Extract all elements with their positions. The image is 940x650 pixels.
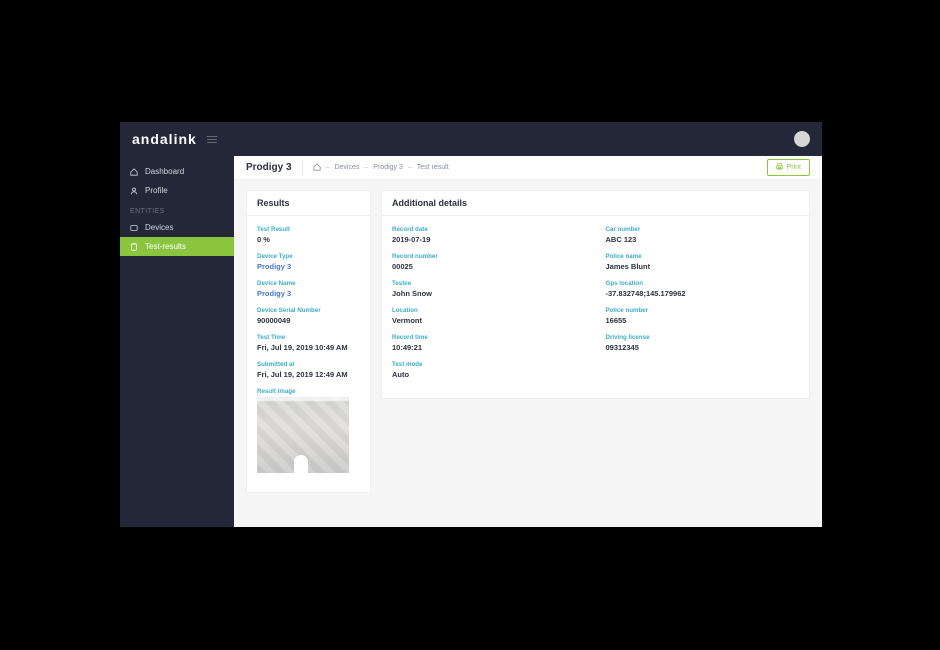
sidebar-item-dashboard[interactable]: Dashboard <box>120 162 234 181</box>
breadcrumb-devices[interactable]: Devices <box>334 164 359 171</box>
details-col-right: Car number ABC 123 Police name James Blu… <box>606 226 800 388</box>
field-value: -37.832748;145.179962 <box>606 289 800 298</box>
brand: andalink <box>132 131 217 147</box>
brand-logo: andalink <box>132 131 197 147</box>
result-image[interactable] <box>257 397 349 473</box>
field-label: Device Name <box>257 280 360 287</box>
body: Dashboard Profile ENTITIES Devices Test-… <box>120 156 822 527</box>
print-button-label: Print <box>787 164 801 171</box>
print-button[interactable]: Print <box>767 159 810 176</box>
field-record-number: Record number 00025 <box>392 253 586 271</box>
field-value[interactable]: Prodigy 3 <box>257 262 360 271</box>
field-test-time: Test Time Fri, Jul 19, 2019 10:49 AM <box>257 334 360 352</box>
field-label: Record date <box>392 226 586 233</box>
hamburger-icon[interactable] <box>207 136 217 143</box>
field-value: James Blunt <box>606 262 800 271</box>
field-license: Driving license 09312345 <box>606 334 800 352</box>
field-label: Car number <box>606 226 800 233</box>
field-test-result: Test Result 0 % <box>257 226 360 244</box>
field-device-type: Device Type Prodigy 3 <box>257 253 360 271</box>
sidebar-item-label: Devices <box>145 223 173 232</box>
breadcrumb-sep: – <box>364 164 368 171</box>
content: Results Test Result 0 % Device Type Prod… <box>234 180 822 527</box>
field-value: 2019-07-19 <box>392 235 586 244</box>
results-card: Results Test Result 0 % Device Type Prod… <box>246 190 371 493</box>
page-header: Prodigy 3 – Devices – Prodigy 3 – Test r… <box>234 156 822 180</box>
field-label: Driving license <box>606 334 800 341</box>
main: Prodigy 3 – Devices – Prodigy 3 – Test r… <box>234 156 822 527</box>
divider <box>302 161 303 175</box>
sidebar-item-label: Dashboard <box>145 167 184 176</box>
breadcrumb-current: Test result <box>417 164 449 171</box>
field-value: 16655 <box>606 316 800 325</box>
app-frame: andalink Dashboard Profile ENTITIES <box>120 122 822 527</box>
sidebar-section: ENTITIES <box>120 200 234 218</box>
avatar[interactable] <box>794 131 810 147</box>
sidebar-item-devices[interactable]: Devices <box>120 218 234 237</box>
sidebar-item-label: Profile <box>145 186 168 195</box>
field-label: Testee <box>392 280 586 287</box>
breadcrumb-sep: – <box>326 164 330 171</box>
breadcrumb-device-name[interactable]: Prodigy 3 <box>373 164 403 171</box>
field-label: Test mode <box>392 361 586 368</box>
clipboard-icon <box>130 243 138 251</box>
field-value: 00025 <box>392 262 586 271</box>
sidebar-item-test-results[interactable]: Test-results <box>120 237 234 256</box>
details-card-body: Record date 2019-07-19 Record number 000… <box>382 216 809 398</box>
field-police-number: Police number 16655 <box>606 307 800 325</box>
field-test-mode: Test mode Auto <box>392 361 586 379</box>
field-label: Submitted at <box>257 361 360 368</box>
field-serial: Device Serial Number 90000049 <box>257 307 360 325</box>
field-submitted: Submitted at Fri, Jul 19, 2019 12:49 AM <box>257 361 360 379</box>
field-value: 09312345 <box>606 343 800 352</box>
page-title: Prodigy 3 <box>246 162 292 173</box>
results-card-body: Test Result 0 % Device Type Prodigy 3 De… <box>247 216 370 492</box>
field-record-time: Record time 10:49:21 <box>392 334 586 352</box>
topbar: andalink <box>120 122 822 156</box>
device-icon <box>130 224 138 232</box>
home-icon <box>130 168 138 176</box>
field-label: Result image <box>257 388 360 395</box>
field-label: Device Type <box>257 253 360 260</box>
field-value: Vermont <box>392 316 586 325</box>
field-value: Fri, Jul 19, 2019 12:49 AM <box>257 370 360 379</box>
breadcrumb: – Devices – Prodigy 3 – Test result <box>313 163 449 173</box>
details-card: Additional details Record date 2019-07-1… <box>381 190 810 399</box>
field-label: Police name <box>606 253 800 260</box>
sidebar-item-profile[interactable]: Profile <box>120 181 234 200</box>
field-result-image: Result image <box>257 388 360 473</box>
field-label: Police number <box>606 307 800 314</box>
field-label: Record time <box>392 334 586 341</box>
details-col-left: Record date 2019-07-19 Record number 000… <box>392 226 586 388</box>
results-card-title: Results <box>247 191 370 216</box>
field-label: Device Serial Number <box>257 307 360 314</box>
field-location: Location Vermont <box>392 307 586 325</box>
home-icon[interactable] <box>313 163 321 173</box>
details-card-title: Additional details <box>382 191 809 216</box>
field-value: Auto <box>392 370 586 379</box>
field-label: Location <box>392 307 586 314</box>
user-icon <box>130 187 138 195</box>
field-record-date: Record date 2019-07-19 <box>392 226 586 244</box>
field-label: Gps location <box>606 280 800 287</box>
print-icon <box>776 163 783 172</box>
field-label: Test Result <box>257 226 360 233</box>
field-device-name: Device Name Prodigy 3 <box>257 280 360 298</box>
field-label: Record number <box>392 253 586 260</box>
breadcrumb-sep: – <box>408 164 412 171</box>
field-gps: Gps location -37.832748;145.179962 <box>606 280 800 298</box>
sidebar: Dashboard Profile ENTITIES Devices Test-… <box>120 156 234 527</box>
field-value: John Snow <box>392 289 586 298</box>
field-value[interactable]: Prodigy 3 <box>257 289 360 298</box>
field-value: 0 % <box>257 235 360 244</box>
field-car-number: Car number ABC 123 <box>606 226 800 244</box>
field-police-name: Police name James Blunt <box>606 253 800 271</box>
field-value: 90000049 <box>257 316 360 325</box>
sidebar-item-label: Test-results <box>145 242 186 251</box>
field-value: 10:49:21 <box>392 343 586 352</box>
field-value: ABC 123 <box>606 235 800 244</box>
field-value: Fri, Jul 19, 2019 10:49 AM <box>257 343 360 352</box>
field-testee: Testee John Snow <box>392 280 586 298</box>
field-label: Test Time <box>257 334 360 341</box>
